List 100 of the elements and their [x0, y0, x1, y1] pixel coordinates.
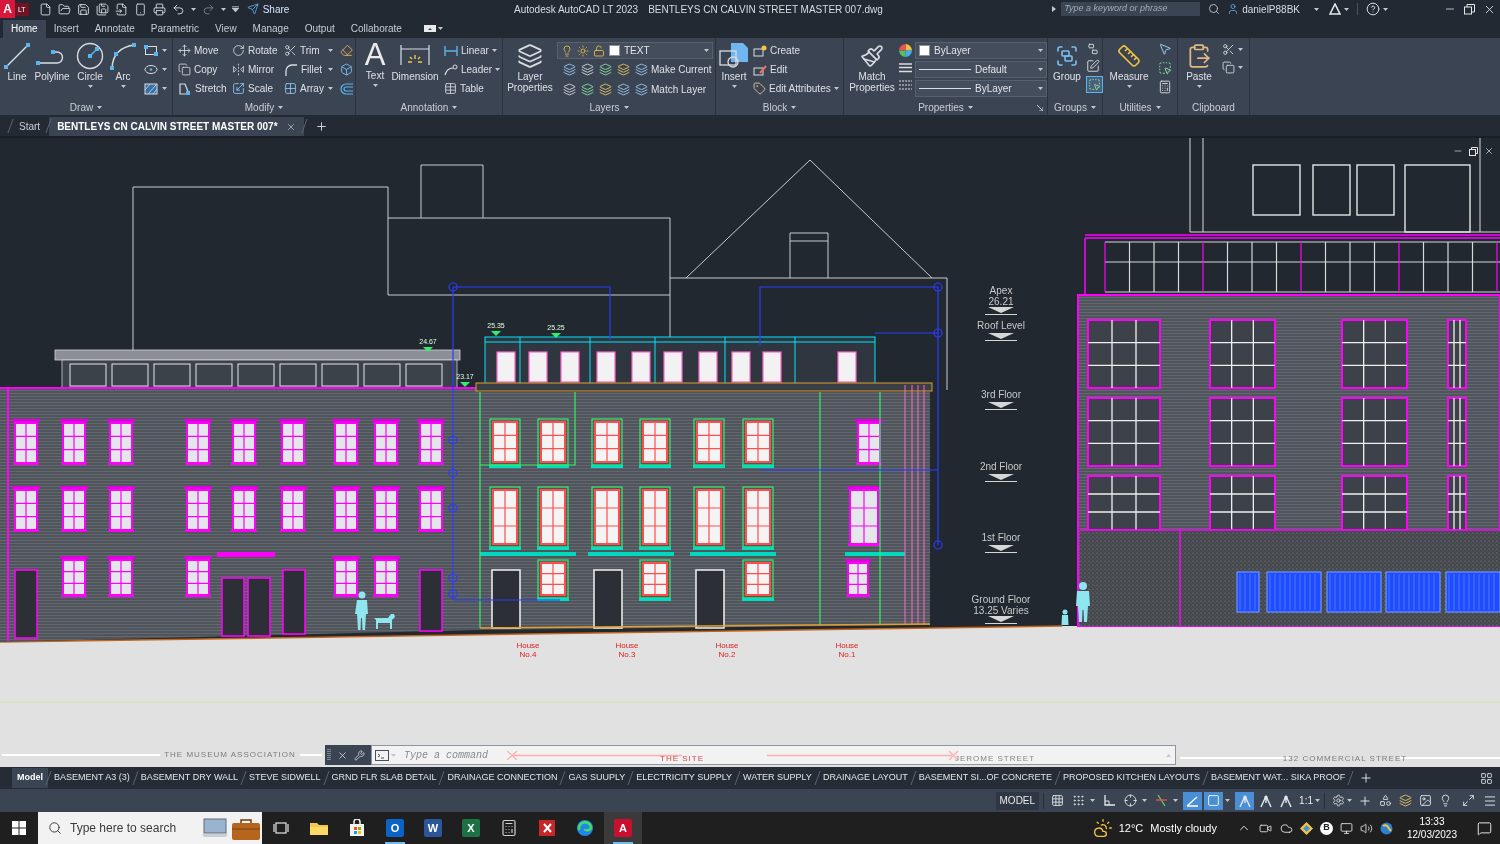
scissors-icon[interactable] — [1222, 43, 1235, 56]
layers-icon[interactable] — [1399, 794, 1412, 807]
taskbar-app-button[interactable]: O — [376, 812, 414, 844]
ribbon-tab[interactable]: Home — [3, 20, 46, 38]
save-icon[interactable] — [76, 2, 90, 16]
diamond-icon[interactable] — [1299, 821, 1313, 835]
stretch-button[interactable]: Stretch — [178, 79, 232, 98]
expand-icon[interactable] — [1462, 794, 1475, 807]
image-icon[interactable] — [1419, 794, 1432, 807]
layout-tab[interactable]: PROPOSED KITCHEN LAYOUTS — [1058, 768, 1205, 788]
weather-temperature[interactable]: 12°C — [1118, 819, 1144, 837]
caret-right-icon[interactable] — [1052, 6, 1057, 12]
lightbulb-icon[interactable] — [1439, 794, 1452, 807]
file-import-icon[interactable] — [114, 2, 128, 16]
ribbon-tab[interactable]: Manage — [244, 20, 297, 38]
share-button[interactable]: Share — [246, 1, 290, 17]
speaker-icon[interactable] — [1359, 821, 1373, 835]
plus-icon[interactable] — [1358, 793, 1372, 808]
new-layout-icon[interactable] — [1359, 771, 1374, 785]
match-properties-button[interactable]: Match Properties — [847, 38, 897, 97]
layer-stack-icon[interactable] — [599, 63, 612, 76]
app-logo[interactable]: A — [0, 0, 15, 18]
measure-button[interactable]: Measure — [1106, 38, 1152, 94]
shapes-icon[interactable] — [1379, 794, 1392, 807]
layout-tab[interactable]: WATER SUPPLY — [738, 768, 817, 788]
group-selection-toggle[interactable] — [1086, 76, 1103, 93]
taskbar-app-button[interactable]: A — [604, 812, 642, 844]
cloud-icon[interactable] — [1279, 821, 1293, 835]
square-pen-icon[interactable] — [1086, 59, 1100, 73]
line-button[interactable]: Line — [3, 38, 31, 98]
terminal-window-icon[interactable] — [375, 749, 389, 761]
tray-badge[interactable]: B — [1319, 821, 1333, 835]
layout-grid-icon[interactable] — [1480, 771, 1493, 785]
close-icon[interactable] — [337, 749, 348, 761]
phone-icon[interactable] — [133, 2, 147, 16]
ribbon-tab[interactable]: View — [207, 20, 245, 38]
copy-button[interactable]: Copy — [178, 60, 232, 79]
linetype-dropdown[interactable]: ByLayer — [915, 80, 1047, 97]
layer-stack-icon[interactable] — [563, 63, 576, 76]
task-view-icon[interactable] — [273, 821, 289, 835]
user-name[interactable]: danielP88BK — [1242, 1, 1300, 17]
polyline-button[interactable]: Polyline — [31, 38, 73, 98]
diagonal-arrow-icon[interactable] — [1037, 105, 1043, 111]
layout-tab[interactable]: GAS SUUPLY — [563, 768, 631, 788]
copy-icon[interactable] — [1222, 61, 1235, 74]
array-button[interactable]: Array — [284, 79, 336, 98]
layout-tab[interactable]: DRAINAGE LAYOUT — [817, 768, 913, 788]
four-squares-icon[interactable] — [12, 821, 26, 835]
fillet-button[interactable]: Fillet — [284, 60, 336, 79]
layout-tab[interactable]: BASEMENT WAT... SIKA PROOF — [1205, 768, 1351, 788]
globe-icon[interactable] — [1379, 821, 1393, 835]
layout-tab[interactable]: BASEMENT SI...OF CONCRETE — [913, 768, 1058, 788]
table-button[interactable]: Table — [444, 79, 500, 98]
printer-icon[interactable] — [152, 2, 166, 16]
triangle-icon[interactable] — [1329, 3, 1341, 15]
trim-button[interactable]: Trim — [284, 41, 336, 60]
lineweight-dropdown[interactable]: Default — [915, 61, 1047, 78]
create-block-button[interactable]: Create — [753, 41, 842, 60]
restore-icon[interactable] — [1464, 3, 1475, 15]
color-dropdown[interactable]: ByLayer — [915, 42, 1047, 59]
layer-stack-icon[interactable] — [617, 83, 630, 96]
clock-date[interactable]: 12/03/2023 — [1406, 828, 1457, 841]
mirror-button[interactable]: Mirror — [232, 60, 284, 79]
ungroup-icon[interactable] — [1086, 42, 1100, 56]
gear-icon[interactable] — [1332, 794, 1345, 807]
layout-tab[interactable]: BASEMENT A3 (3) — [49, 768, 135, 788]
ribbon-tab[interactable]: Insert — [45, 20, 87, 38]
menu-icon[interactable] — [1483, 793, 1497, 808]
redo-icon[interactable] — [201, 2, 215, 16]
search-input[interactable]: Type here to search — [70, 819, 200, 837]
ribbon-tab[interactable]: Annotate — [86, 20, 143, 38]
taskbar-app-button[interactable]: W — [414, 812, 452, 844]
close-icon[interactable] — [1484, 146, 1494, 156]
make-current-button[interactable]: Make Current — [635, 60, 712, 79]
file-tab[interactable]: BENTLEYS CN CALVIN STREET MASTER 007* — [49, 117, 304, 136]
notification-icon[interactable] — [1477, 820, 1492, 836]
model-space-button[interactable]: MODEL — [995, 791, 1040, 810]
group-button[interactable]: Group — [1051, 38, 1083, 93]
ribbon-tab[interactable]: Parametric — [142, 20, 208, 38]
paste-button[interactable]: Paste — [1182, 38, 1216, 88]
layer-stack-icon[interactable] — [581, 83, 594, 96]
eraser-icon[interactable] — [340, 44, 353, 57]
layout-tab[interactable]: STEVE SIDWELL — [244, 768, 326, 788]
clock-time[interactable]: 13:33 — [1419, 815, 1445, 828]
command-input[interactable]: Type a command — [404, 747, 524, 763]
layout-tab[interactable]: ELECTRICITY SUPPLY — [631, 768, 738, 788]
linear-button[interactable]: Linear — [444, 41, 500, 60]
restore-icon[interactable] — [1469, 146, 1478, 156]
layer-properties-button[interactable]: Layer Properties — [506, 38, 554, 99]
edit-attributes-button[interactable]: Edit Attributes — [753, 79, 842, 98]
ribbon-tab[interactable]: Collaborate — [342, 20, 410, 38]
layer-stack-icon[interactable] — [563, 83, 576, 96]
monitor-icon[interactable] — [1339, 821, 1353, 835]
new-file-icon[interactable] — [38, 2, 52, 16]
insert-button[interactable]: Insert — [718, 38, 750, 98]
layout-tab[interactable]: BASEMENT DRY WALL — [135, 768, 244, 788]
layout-tab[interactable]: GRND FLR SLAB DETAIL — [326, 768, 442, 788]
osnap-toggle[interactable] — [1204, 791, 1224, 810]
isodraft-toggle[interactable] — [1183, 791, 1203, 810]
search-field[interactable]: Type a keyword or phrase — [1061, 2, 1201, 16]
